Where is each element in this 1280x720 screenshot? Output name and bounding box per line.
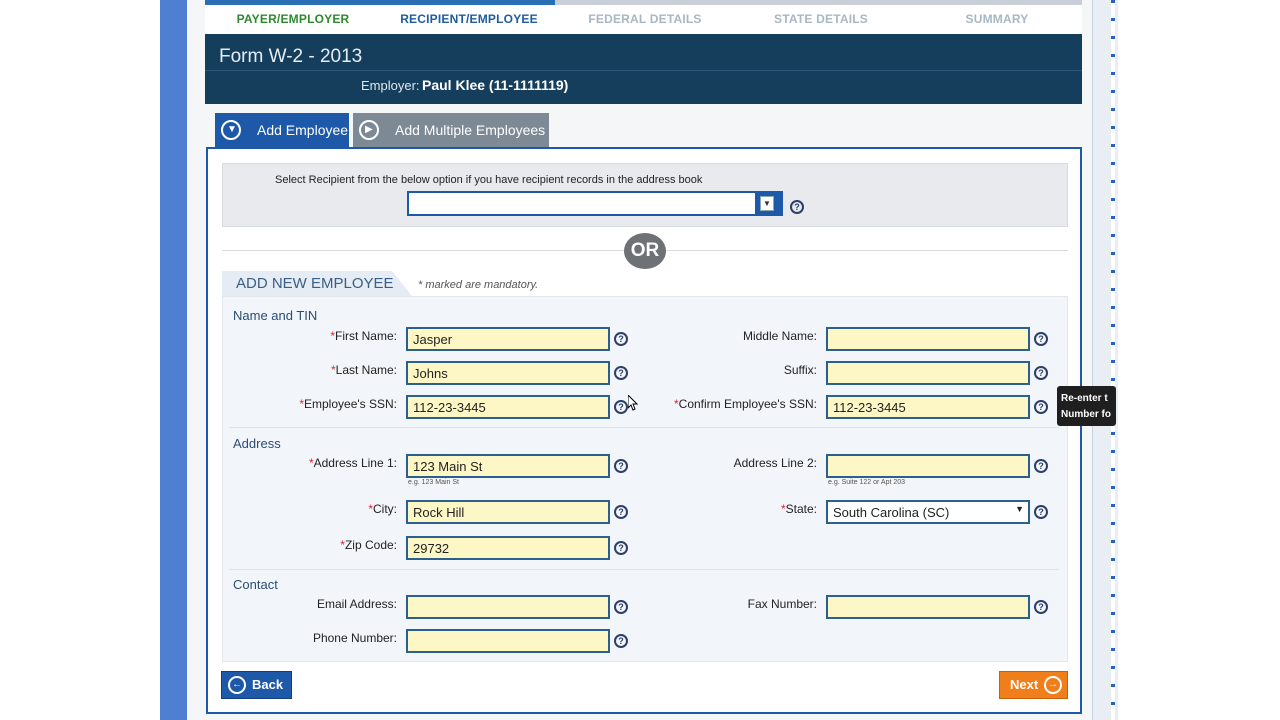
employer-label: Employer:: [361, 78, 420, 93]
chevron-down-icon: ▼: [221, 120, 241, 140]
progress-track: [205, 0, 1082, 5]
employee-form: Name and TIN *First Name: Jasper ? Middl…: [222, 296, 1068, 662]
mandatory-note: * marked are mandatory.: [418, 279, 539, 291]
help-icon[interactable]: ?: [1034, 505, 1048, 519]
suffix-input[interactable]: [826, 361, 1030, 385]
scrollbar-stripe: [1111, 0, 1115, 720]
tab-add-employee[interactable]: ▼ Add Employee: [215, 113, 349, 147]
arrow-left-icon: ←: [228, 676, 246, 694]
back-button-label: Back: [252, 677, 284, 692]
confirm-ssn-input[interactable]: 112-23-3445: [826, 395, 1030, 419]
help-icon[interactable]: ?: [790, 200, 804, 214]
help-icon[interactable]: ?: [614, 634, 628, 648]
play-right-icon: ▶: [359, 120, 379, 140]
ssn-label: *Employee's SSN:: [299, 397, 397, 411]
group-address: Address: [233, 436, 281, 451]
last-name-input[interactable]: Johns: [406, 361, 610, 385]
add-new-employee-heading: ADD NEW EMPLOYEE: [222, 271, 412, 296]
arrow-right-icon: →: [1044, 676, 1062, 694]
email-label: Email Address:: [316, 597, 397, 611]
form-wizard: PAYER/EMPLOYER RECIPIENT/EMPLOYEE FEDERA…: [205, 0, 1082, 720]
right-scrollbar-area[interactable]: [1092, 0, 1118, 720]
zip-input[interactable]: 29732: [406, 536, 610, 560]
state-select-value: South Carolina (SC): [833, 505, 950, 520]
step-summary: SUMMARY: [965, 12, 1029, 26]
progress-track-done: [205, 0, 555, 5]
state-label: *State:: [780, 502, 817, 516]
back-button[interactable]: ← Back: [221, 671, 292, 699]
next-button-label: Next: [1010, 677, 1039, 692]
ssn-tooltip: Re-enter t Number fo: [1057, 386, 1116, 426]
address2-hint: e.g. Suite 122 or Apt 203: [828, 479, 906, 486]
chevron-down-icon: ▼: [760, 196, 774, 211]
step-state-details: STATE DETAILS: [774, 12, 868, 26]
confirm-ssn-label: *Confirm Employee's SSN:: [673, 397, 817, 411]
progress-steps: PAYER/EMPLOYER RECIPIENT/EMPLOYEE FEDERA…: [205, 0, 1082, 34]
step-recipient-employee[interactable]: RECIPIENT/EMPLOYEE: [381, 12, 557, 26]
city-label: *City:: [368, 502, 397, 516]
help-icon[interactable]: ?: [614, 541, 628, 555]
next-button[interactable]: Next →: [999, 671, 1068, 699]
help-icon[interactable]: ?: [1034, 366, 1048, 380]
suffix-label: Suffix:: [783, 363, 817, 377]
select-recipient-label: Select Recipient from the below option i…: [275, 174, 703, 186]
middle-name-label: Middle Name:: [742, 329, 817, 343]
form-title: Form W-2 - 2013: [219, 46, 363, 67]
address1-hint: e.g. 123 Main St: [408, 479, 459, 486]
add-employee-panel: Select Recipient from the below option i…: [206, 147, 1082, 714]
email-input[interactable]: [406, 595, 610, 619]
section-divider: [229, 427, 1059, 428]
chevron-down-icon: ▼: [1015, 504, 1024, 514]
city-input[interactable]: Rock Hill: [406, 500, 610, 524]
fax-input[interactable]: [826, 595, 1030, 619]
help-icon[interactable]: ?: [1034, 459, 1048, 473]
tab-add-employee-label: Add Employee: [257, 122, 349, 138]
tooltip-line-1: Re-enter t: [1061, 393, 1108, 404]
address1-input[interactable]: 123 Main St: [406, 454, 610, 478]
last-name-label: *Last Name:: [330, 363, 397, 377]
tab-add-multiple-employees[interactable]: ▶ Add Multiple Employees: [353, 113, 549, 147]
phone-input[interactable]: [406, 629, 610, 653]
step-payer-employer[interactable]: PAYER/EMPLOYER: [205, 12, 381, 26]
help-icon[interactable]: ?: [1034, 332, 1048, 346]
address2-label: Address Line 2:: [733, 456, 817, 470]
state-select[interactable]: South Carolina (SC) ▼: [826, 500, 1030, 524]
phone-label: Phone Number:: [312, 631, 397, 645]
form-header: Form W-2 - 2013 Employer: Paul Klee (11-…: [205, 34, 1082, 104]
recipient-dropdown[interactable]: ▼: [407, 191, 783, 216]
help-icon[interactable]: ?: [1034, 600, 1048, 614]
tooltip-line-2: Number fo: [1061, 409, 1111, 420]
fax-label: Fax Number:: [747, 597, 817, 611]
first-name-label: *First Name:: [330, 329, 397, 343]
middle-name-input[interactable]: [826, 327, 1030, 351]
tab-add-multiple-label: Add Multiple Employees: [395, 122, 546, 138]
address1-label: *Address Line 1:: [308, 456, 397, 470]
step-federal-details: FEDERAL DETAILS: [588, 12, 702, 26]
ssn-input[interactable]: 112-23-3445: [406, 395, 610, 419]
employer-value: Paul Klee (11-1111119): [422, 77, 569, 93]
first-name-input[interactable]: Jasper: [406, 327, 610, 351]
group-name-tin: Name and TIN: [233, 308, 318, 323]
select-recipient-box: Select Recipient from the below option i…: [222, 163, 1068, 227]
zip-label: *Zip Code:: [340, 538, 397, 552]
help-icon[interactable]: ?: [1034, 400, 1048, 414]
section-divider: [229, 569, 1059, 570]
dropdown-arrow-button[interactable]: ▼: [755, 193, 781, 214]
group-contact: Contact: [233, 577, 278, 592]
address2-input[interactable]: [826, 454, 1030, 478]
header-divider: [205, 70, 1082, 71]
or-badge: OR: [624, 233, 666, 269]
mouse-cursor-icon: [628, 395, 638, 411]
left-background-bar: [160, 0, 187, 720]
